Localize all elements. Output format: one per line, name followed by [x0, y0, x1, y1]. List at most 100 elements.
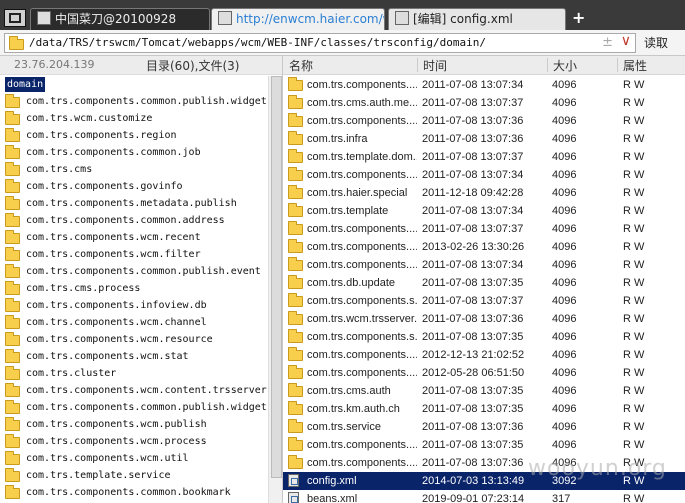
host-ip: 23.76.204.139: [14, 58, 95, 71]
tree-item[interactable]: com.trs.components.wcm.filter: [4, 246, 266, 263]
file-row[interactable]: com.trs.cms.auth 2011-07-08 13:07:35 4096 R…: [283, 382, 685, 400]
tree-item[interactable]: com.trs.components.common.publish.widget…: [4, 399, 273, 416]
folder-icon: [288, 185, 303, 199]
column-time[interactable]: 时间: [423, 57, 447, 74]
file-name: com.trs.wcm.trsserver...: [307, 313, 417, 325]
tree-item[interactable]: com.trs.template.service: [4, 467, 266, 484]
tree-scrollbar[interactable]: [268, 76, 282, 503]
tree-root[interactable]: domain: [4, 76, 266, 93]
tree-item[interactable]: com.trs.components.govinfo: [4, 178, 266, 195]
tree-item-label: com.trs.wcm.customize: [26, 113, 153, 124]
file-row[interactable]: beans.xml 2019-09-01 07:23:14 317 R W: [283, 490, 685, 503]
tab-label: 中国菜刀@20100928: [55, 12, 177, 26]
file-row[interactable]: com.trs.components.... 2011-07-08 13:07:3…: [283, 436, 685, 454]
tree-item[interactable]: com.trs.components.wcm.stat: [4, 348, 266, 365]
file-size: 317: [552, 493, 571, 503]
tree-item[interactable]: com.trs.components.infoview.db: [4, 297, 266, 314]
file-time: 2011-07-08 13:07:37: [422, 223, 524, 235]
watermark: wooyun.org: [528, 456, 667, 481]
xml-file-icon: [288, 474, 299, 487]
window-menu-button[interactable]: [4, 9, 26, 27]
column-name[interactable]: 名称: [289, 57, 313, 74]
file-row[interactable]: com.trs.haier.special 2011-12-18 09:42:28…: [283, 184, 685, 202]
folder-icon: [288, 149, 303, 163]
tree-item[interactable]: com.trs.cluster: [4, 365, 266, 382]
file-time: 2011-07-08 13:07:36: [422, 133, 524, 145]
file-row[interactable]: com.trs.components.... 2011-07-08 13:07:3…: [283, 256, 685, 274]
file-attr: R W: [623, 79, 645, 91]
tab-webshell-url[interactable]: http://enwcm.haier.com/web...: [211, 8, 385, 30]
file-name: com.trs.components....: [307, 259, 417, 271]
file-row[interactable]: com.trs.infra 2011-07-08 13:07:36 4096 R W: [283, 130, 685, 148]
file-row[interactable]: com.trs.wcm.trsserver... 2011-07-08 13:07…: [283, 310, 685, 328]
tree-item[interactable]: com.trs.components.wcm.content.trsserver: [4, 382, 267, 399]
new-tab-button[interactable]: +: [572, 8, 585, 28]
file-attr: R W: [623, 313, 645, 325]
file-row[interactable]: com.trs.components.... 2011-07-08 13:07:3…: [283, 112, 685, 130]
tree-item-label: com.trs.components.wcm.stat: [26, 351, 189, 362]
dir-file-count: 目录(60),文件(3): [146, 59, 240, 73]
tab-caidao[interactable]: 中国菜刀@20100928: [30, 8, 210, 30]
file-row[interactable]: com.trs.components.... 2011-07-08 13:07:3…: [283, 166, 685, 184]
tree-item[interactable]: com.trs.components.wcm.process: [4, 433, 266, 450]
tree-item[interactable]: com.trs.cms: [4, 161, 266, 178]
file-row[interactable]: com.trs.template 2011-07-08 13:07:34 4096 R…: [283, 202, 685, 220]
tree-item[interactable]: com.trs.components.common.job: [4, 144, 266, 161]
tree-item[interactable]: com.trs.components.wcm.util: [4, 450, 266, 467]
file-row[interactable]: com.trs.template.dom... 2011-07-08 13:07:…: [283, 148, 685, 166]
file-size: 4096: [552, 439, 577, 451]
file-size: 4096: [552, 259, 577, 271]
tree-item[interactable]: com.trs.components.common.bookmark: [4, 484, 266, 501]
tab-label: http://enwcm.haier.com/web...: [236, 12, 384, 26]
folder-icon: [5, 230, 20, 244]
file-time: 2019-09-01 07:23:14: [422, 493, 525, 503]
file-row[interactable]: com.trs.components.... 2011-07-08 13:07:3…: [283, 220, 685, 238]
tree-item[interactable]: com.trs.components.common.publish.event: [4, 263, 266, 280]
tree-item[interactable]: com.trs.components.wcm.resource: [4, 331, 266, 348]
file-name: com.trs.cms.auth.me...: [307, 97, 417, 109]
tree-item-label: com.trs.components.wcm.recent: [26, 232, 201, 243]
chevron-down-icon[interactable]: ∨: [621, 33, 631, 49]
file-name: com.trs.service: [307, 421, 381, 433]
file-row[interactable]: com.trs.components.... 2013-02-26 13:30:2…: [283, 238, 685, 256]
folder-icon: [288, 293, 303, 307]
path-input[interactable]: /data/TRS/trswcm/Tomcat/webapps/wcm/WEB-…: [4, 33, 636, 53]
file-row[interactable]: com.trs.components.s... 2011-07-08 13:07:…: [283, 328, 685, 346]
file-size: 4096: [552, 313, 577, 325]
column-size[interactable]: 大小: [553, 57, 577, 74]
tab-edit-config[interactable]: [编辑] config.xml: [388, 8, 566, 30]
file-attr: R W: [623, 295, 645, 307]
tree-item[interactable]: com.trs.components.region: [4, 127, 266, 144]
tree-item[interactable]: com.trs.components.metadata.publish: [4, 195, 266, 212]
file-row[interactable]: com.trs.components.... 2012-05-28 06:51:5…: [283, 364, 685, 382]
path-toggle-icon[interactable]: ±: [602, 35, 613, 50]
file-row[interactable]: com.trs.service 2011-07-08 13:07:36 4096 R …: [283, 418, 685, 436]
tree-item-label: com.trs.components.wcm.util: [26, 453, 189, 464]
folder-icon: [288, 167, 303, 181]
file-row[interactable]: com.trs.components.s... 2011-07-08 13:07:…: [283, 292, 685, 310]
file-row[interactable]: com.trs.components.... 2012-12-13 21:02:5…: [283, 346, 685, 364]
tree-item[interactable]: com.trs.components.wcm.publish: [4, 416, 266, 433]
folder-icon: [288, 437, 303, 451]
scrollbar-thumb[interactable]: [271, 76, 282, 478]
column-attr[interactable]: 属性: [623, 57, 647, 74]
tree-item[interactable]: com.trs.components.common.address: [4, 212, 266, 229]
file-time: 2011-07-08 13:07:35: [422, 385, 524, 397]
file-row[interactable]: com.trs.km.auth.ch 2011-07-08 13:07:35 409…: [283, 400, 685, 418]
file-row[interactable]: com.trs.cms.auth.me... 2011-07-08 13:07:3…: [283, 94, 685, 112]
tree-item[interactable]: com.trs.wcm.customize: [4, 110, 266, 127]
tree-item-label: com.trs.components.wcm.process: [26, 436, 207, 447]
file-row[interactable]: com.trs.components.... 2011-07-08 13:07:3…: [283, 76, 685, 94]
read-button[interactable]: 读取: [644, 34, 668, 51]
file-attr: R W: [623, 385, 645, 397]
file-name: com.trs.components....: [307, 367, 417, 379]
tree-item[interactable]: com.trs.components.wcm.recent: [4, 229, 266, 246]
file-size: 4096: [552, 349, 577, 361]
tree-item[interactable]: com.trs.components.wcm.channel: [4, 314, 266, 331]
tree-item-label: com.trs.components.infoview.db: [26, 300, 207, 311]
file-time: 2011-07-08 13:07:35: [422, 403, 524, 415]
tree-item[interactable]: com.trs.components.common.publish.widget: [4, 93, 267, 110]
file-row[interactable]: com.trs.db.update 2011-07-08 13:07:35 4096…: [283, 274, 685, 292]
directory-tree: domain com.trs.components.common.publish…: [4, 76, 273, 501]
tree-item[interactable]: com.trs.cms.process: [4, 280, 266, 297]
